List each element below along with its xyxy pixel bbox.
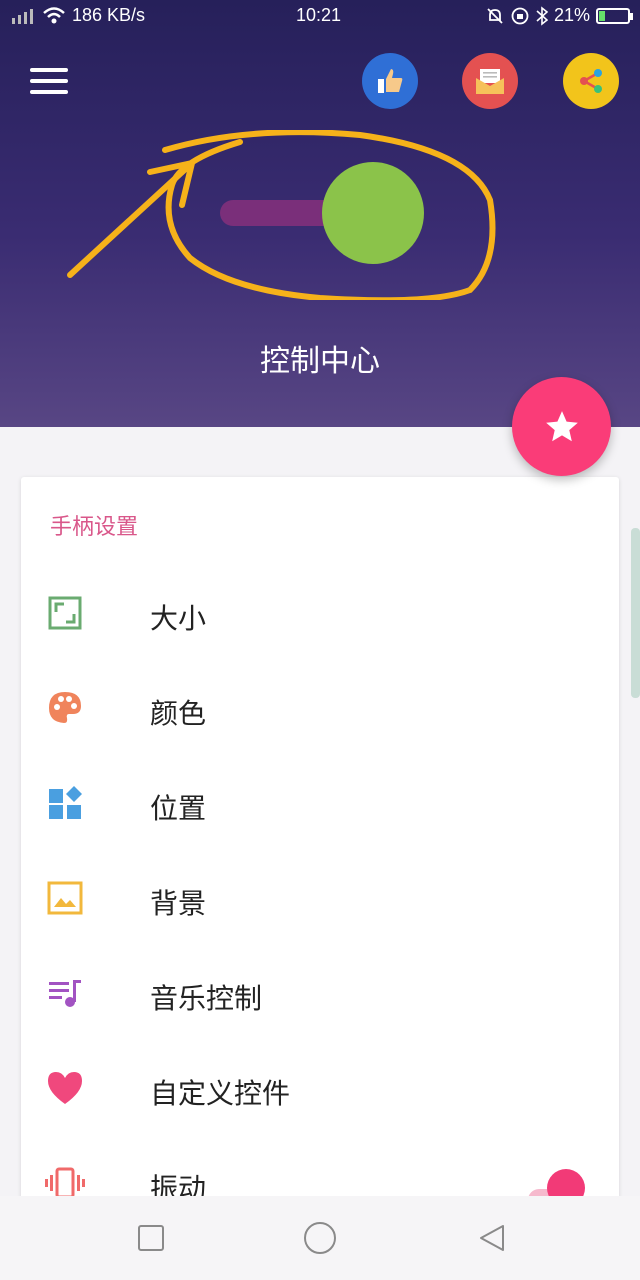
share-button[interactable]	[563, 53, 619, 109]
back-button[interactable]	[472, 1218, 512, 1258]
wifi-icon	[43, 6, 65, 23]
setting-background[interactable]: 背景	[21, 851, 619, 946]
setting-label: 音乐控制	[150, 982, 263, 1015]
setting-size[interactable]: 大小	[21, 566, 619, 661]
page-title: 控制中心	[260, 344, 380, 379]
network-speed: 186 KB/s	[72, 5, 146, 25]
image-icon	[47, 881, 83, 915]
setting-color[interactable]: 颜色	[21, 661, 619, 756]
like-button[interactable]	[362, 53, 418, 109]
vibration-icon	[45, 1167, 85, 1199]
setting-music-control[interactable]: 音乐控制	[21, 946, 619, 1041]
clock: 10:21	[296, 5, 342, 25]
playlist-music-icon	[49, 980, 81, 1007]
setting-label: 位置	[150, 792, 207, 825]
setting-custom-controls[interactable]: 自定义控件	[21, 1041, 619, 1136]
back-icon	[480, 1225, 504, 1251]
dashboard-icon	[49, 786, 82, 819]
setting-vibration[interactable]: 振动	[21, 1136, 619, 1200]
battery-level	[599, 10, 605, 21]
annotation-arrow	[67, 160, 195, 278]
recents-icon	[138, 1225, 164, 1251]
setting-position[interactable]: 位置	[21, 756, 619, 851]
favorite-fab[interactable]	[512, 377, 611, 476]
heart-icon	[48, 1072, 82, 1104]
signal-icon	[12, 8, 33, 24]
section-title: 手柄设置	[50, 515, 139, 540]
toggle-illustration	[67, 130, 496, 300]
mail-button[interactable]	[462, 53, 518, 109]
battery-icon	[596, 7, 633, 24]
star-icon	[545, 410, 578, 441]
like-icon	[378, 69, 403, 93]
setting-label: 大小	[150, 602, 207, 635]
setting-label: 背景	[150, 887, 207, 920]
menu-button[interactable]	[30, 68, 70, 96]
home-icon	[304, 1222, 336, 1254]
setting-label: 自定义控件	[150, 1077, 291, 1110]
mute-icon	[487, 7, 503, 24]
palette-icon	[49, 692, 81, 723]
recents-button[interactable]	[131, 1218, 171, 1258]
share-icon	[580, 69, 602, 93]
navigation-bar	[0, 1196, 640, 1280]
mail-icon	[476, 69, 504, 94]
alarm-icon	[511, 7, 529, 24]
home-button[interactable]	[300, 1218, 340, 1258]
setting-label: 颜色	[150, 697, 207, 730]
header: 186 KB/s 10:21 21% 控制中心	[0, 0, 640, 427]
bluetooth-icon	[536, 5, 548, 26]
status-bar: 186 KB/s 10:21 21%	[0, 0, 640, 34]
scrollbar[interactable]	[631, 528, 640, 698]
battery-percent: 21%	[553, 5, 590, 25]
handle-settings-card: 手柄设置 大小 颜色 位置 背景 音乐控制 自定义控件 振动	[21, 477, 619, 1200]
resize-icon	[48, 596, 82, 630]
